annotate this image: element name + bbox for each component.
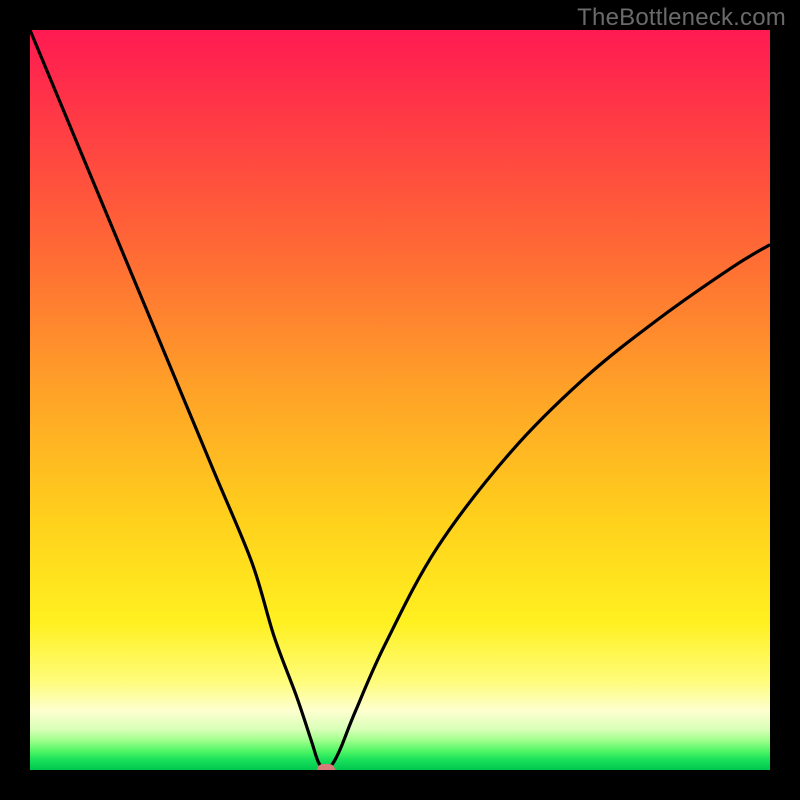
plot-area (30, 30, 770, 770)
heat-gradient-background (30, 30, 770, 770)
optimal-point-marker (317, 764, 335, 770)
chart-frame: TheBottleneck.com (0, 0, 800, 800)
watermark-text: TheBottleneck.com (577, 4, 786, 32)
